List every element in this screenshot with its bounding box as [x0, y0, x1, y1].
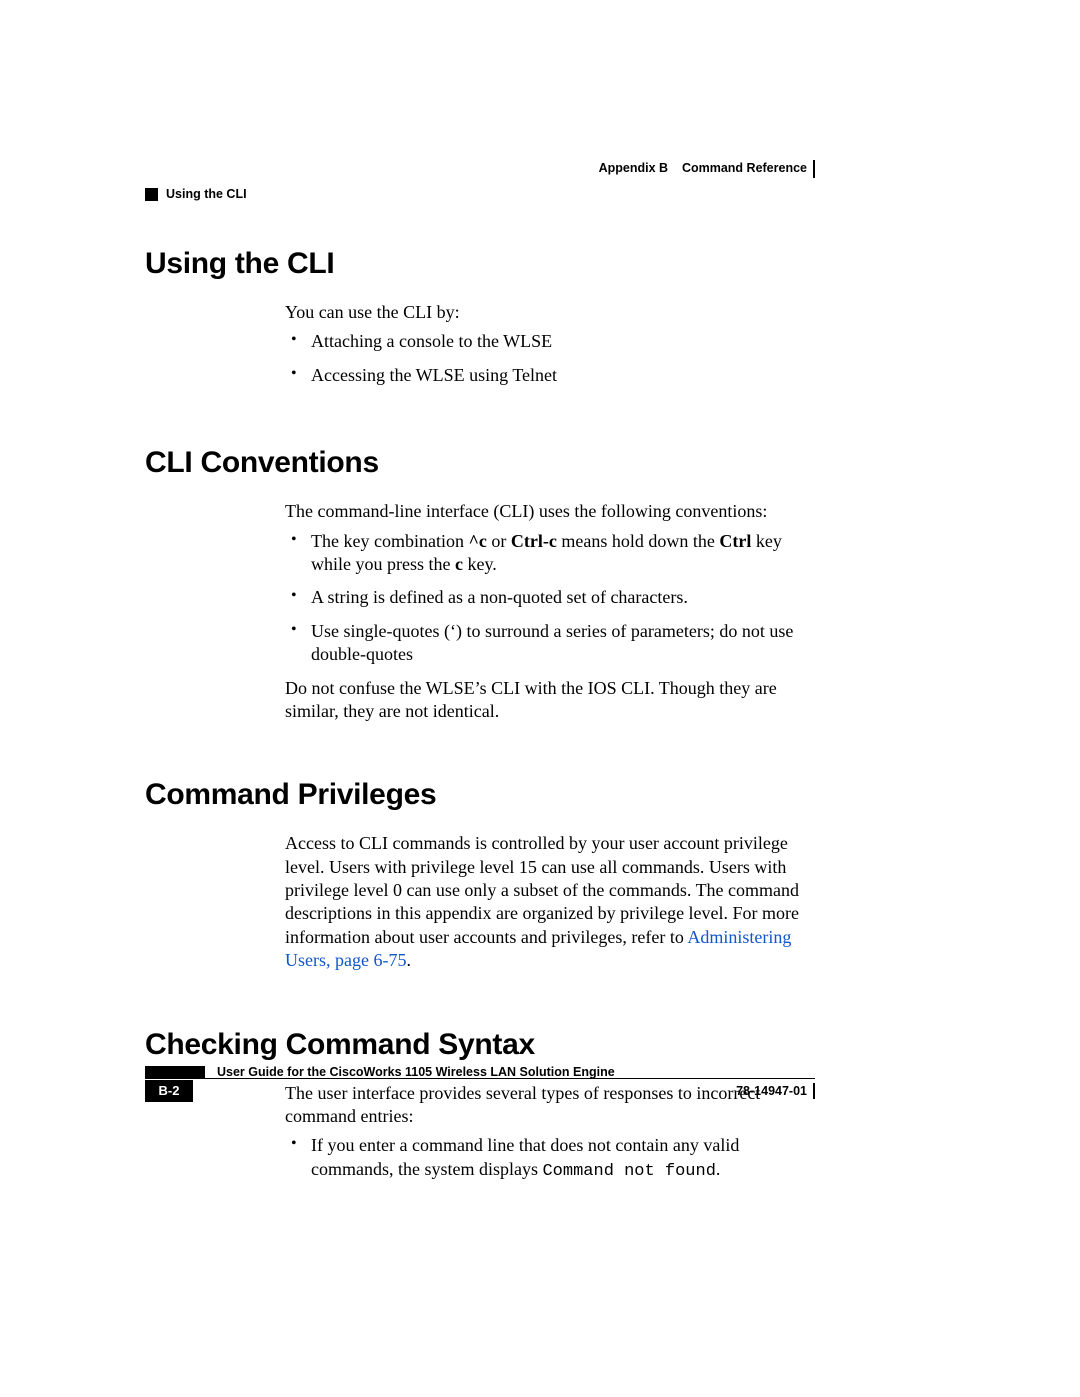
list-item: Accessing the WLSE using Telnet	[285, 364, 815, 387]
page-footer: User Guide for the CiscoWorks 1105 Wirel…	[145, 1060, 815, 1103]
privileges-paragraph: Access to CLI commands is controlled by …	[285, 832, 815, 972]
appendix-title: Command Reference	[682, 161, 807, 175]
using-cli-intro: You can use the CLI by:	[285, 301, 815, 324]
footer-second-row: B-2 78-14947-01	[145, 1079, 815, 1103]
page-content: Using the CLI You can use the CLI by: At…	[145, 244, 815, 1193]
body-conventions: The command-line interface (CLI) uses th…	[285, 500, 815, 723]
running-header-left: Using the CLI	[145, 186, 247, 202]
code-command-not-found: Command not found	[542, 1162, 715, 1181]
heading-conventions: CLI Conventions	[145, 443, 815, 482]
page-number: B-2	[145, 1080, 193, 1103]
list-item: Attaching a console to the WLSE	[285, 330, 815, 353]
conventions-intro: The command-line interface (CLI) uses th…	[285, 500, 815, 523]
footer-title-row: User Guide for the CiscoWorks 1105 Wirel…	[145, 1060, 815, 1078]
conventions-trailer: Do not confuse the WLSE’s CLI with the I…	[285, 677, 815, 724]
appendix-label: Appendix B	[599, 161, 668, 175]
document-number: 78-14947-01	[736, 1083, 815, 1099]
body-privileges: Access to CLI commands is controlled by …	[285, 832, 815, 972]
header-marker-icon	[145, 188, 158, 201]
list-item: Use single-quotes (‘) to surround a seri…	[285, 620, 815, 667]
conventions-list: The key combination ^c or Ctrl-c means h…	[285, 530, 815, 667]
heading-privileges: Command Privileges	[145, 775, 815, 814]
using-cli-list: Attaching a console to the WLSE Accessin…	[285, 330, 815, 387]
footer-guide-title: User Guide for the CiscoWorks 1105 Wirel…	[217, 1066, 615, 1078]
list-item: If you enter a command line that does no…	[285, 1134, 815, 1182]
body-using-cli: You can use the CLI by: Attaching a cons…	[285, 301, 815, 387]
running-header-right: Appendix B Command Reference	[599, 160, 815, 178]
list-item: A string is defined as a non-quoted set …	[285, 586, 815, 609]
footer-bar-icon	[145, 1066, 205, 1078]
heading-syntax: Checking Command Syntax	[145, 1025, 815, 1064]
list-item: The key combination ^c or Ctrl-c means h…	[285, 530, 815, 577]
syntax-list: If you enter a command line that does no…	[285, 1134, 815, 1182]
section-breadcrumb: Using the CLI	[166, 186, 247, 202]
heading-using-cli: Using the CLI	[145, 244, 815, 283]
